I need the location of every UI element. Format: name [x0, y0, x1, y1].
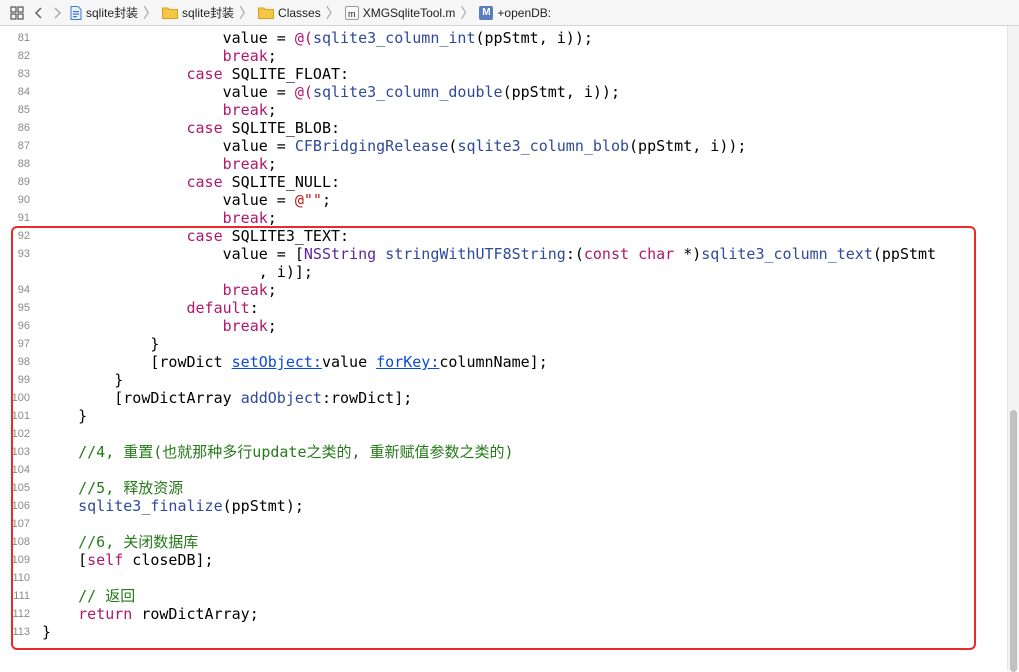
project-file-icon: [70, 5, 82, 20]
line-number: 84: [17, 86, 30, 98]
code-token: (ppStmt, i));: [629, 137, 747, 155]
breadcrumb-label: +openDB:: [497, 5, 552, 20]
code-token: ;: [267, 155, 277, 173]
code-line: break;: [42, 47, 277, 65]
code-token: @(: [294, 83, 313, 101]
code-token: case: [186, 173, 223, 191]
code-line: value = CFBridgingRelease(sqlite3_column…: [42, 137, 747, 155]
code-token: SQLITE_FLOAT:: [222, 65, 350, 83]
line-number: 87: [17, 140, 30, 152]
code-token: sqlite3_column_double: [312, 83, 503, 101]
chevron-left-icon[interactable]: [28, 3, 48, 23]
line-number: 88: [17, 158, 30, 170]
breadcrumb-project[interactable]: sqlite封装: [68, 0, 140, 26]
code-token: case: [186, 65, 223, 83]
jump-bar: sqlite封装 〉 sqlite封装 〉 Classes 〉 m XMGSql…: [0, 0, 1019, 26]
code-token: sqlite3_column_int: [312, 29, 476, 47]
code-line: case SQLITE_FLOAT:: [42, 65, 350, 83]
line-number: 89: [17, 176, 30, 188]
code-token: break: [222, 101, 268, 119]
grid-icon[interactable]: [6, 3, 28, 23]
code-token: sqlite3_column_blob: [457, 137, 630, 155]
breadcrumb-separator: 〉: [239, 4, 254, 21]
code-token: break: [222, 47, 268, 65]
folder-icon: [162, 6, 179, 19]
line-number: 90: [17, 194, 30, 206]
breadcrumb-folder[interactable]: sqlite封装: [160, 0, 236, 26]
code-token: @"": [294, 191, 322, 209]
code-line: case SQLITE_BLOB:: [42, 119, 341, 137]
breadcrumb-label: sqlite封装: [86, 6, 139, 20]
code-token: @(: [294, 29, 313, 47]
code-token: break: [222, 155, 268, 173]
code-token: CFBridgingRelease: [294, 137, 449, 155]
line-number: 86: [17, 122, 30, 134]
code-token: SQLITE_BLOB:: [222, 119, 341, 137]
m-file-icon: m: [344, 5, 359, 20]
line-number: 81: [17, 32, 30, 44]
code-token: case: [186, 119, 223, 137]
line-number: 91: [17, 212, 30, 224]
code-token: value =: [42, 137, 295, 155]
red-highlight-box: [11, 226, 976, 650]
breadcrumb-method[interactable]: M +openDB:: [477, 0, 553, 26]
breadcrumb-label: XMGSqliteTool.m: [362, 5, 456, 20]
breadcrumb-classes[interactable]: Classes: [256, 0, 323, 26]
breadcrumb-separator: 〉: [325, 4, 340, 21]
code-token: value =: [42, 29, 295, 47]
vertical-scrollbar[interactable]: [1007, 26, 1019, 672]
line-number: 83: [17, 68, 30, 80]
code-token: ;: [267, 209, 277, 227]
breadcrumb-file[interactable]: m XMGSqliteTool.m: [343, 0, 458, 26]
code-line: value = @(sqlite3_column_double(ppStmt, …: [42, 83, 620, 101]
code-token: break: [222, 209, 268, 227]
scrollbar-thumb[interactable]: [1010, 410, 1017, 672]
code-token: SQLITE_NULL:: [222, 173, 341, 191]
method-icon: M: [479, 5, 494, 20]
code-line: value = @(sqlite3_column_int(ppStmt, i))…: [42, 29, 593, 47]
code-line: value = @"";: [42, 191, 331, 209]
code-token: (ppStmt, i));: [475, 29, 593, 47]
code-token: ;: [267, 47, 277, 65]
code-token: ;: [321, 191, 331, 209]
breadcrumb-label: sqlite封装: [182, 6, 235, 20]
line-number: 82: [17, 50, 30, 62]
line-number: 85: [17, 104, 30, 116]
code-line: case SQLITE_NULL:: [42, 173, 341, 191]
breadcrumb-separator: 〉: [460, 4, 475, 21]
code-line: break;: [42, 155, 277, 173]
code-token: ;: [267, 101, 277, 119]
code-line: break;: [42, 209, 277, 227]
code-line: break;: [42, 101, 277, 119]
code-token: value =: [42, 83, 295, 101]
breadcrumb-label: Classes: [278, 5, 321, 20]
code-token: value =: [42, 191, 295, 209]
breadcrumb-separator: 〉: [143, 4, 158, 21]
folder-icon: [258, 6, 275, 19]
code-token: (ppStmt, i));: [502, 83, 620, 101]
chevron-right-icon[interactable]: [48, 3, 68, 23]
